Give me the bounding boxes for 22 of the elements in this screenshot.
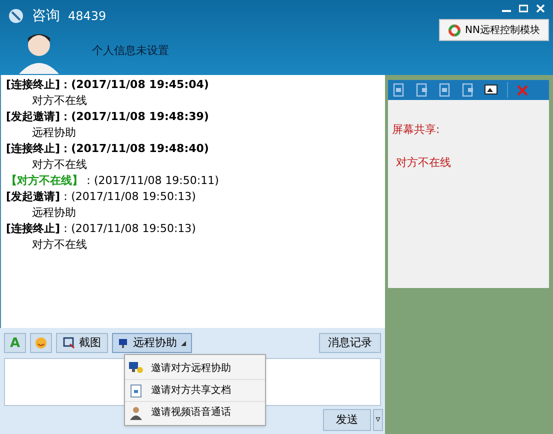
message-text: 对方不在线 xyxy=(31,157,87,173)
message-time: ：(2017/11/08 19:45:04) xyxy=(60,78,209,91)
message-text: 远程协助 xyxy=(31,125,76,141)
message-text: 远程协助 xyxy=(31,205,76,221)
share-status: 对方不在线 xyxy=(396,154,451,170)
message-text: 对方不在线 xyxy=(31,237,87,253)
message-label: [连接终止] xyxy=(6,142,60,155)
message-time: ：(2017/11/08 19:50:13) xyxy=(60,222,196,235)
window-id: 48439 xyxy=(68,8,106,25)
message-label: [连接终止] xyxy=(6,222,60,235)
profile-status: 个人信息未设置 xyxy=(92,42,169,59)
window-title: 咨询 xyxy=(32,6,60,26)
message-time: ：(2017/11/08 19:50:11) xyxy=(83,174,219,187)
message-text: 对方不在线 xyxy=(31,93,87,109)
message-time: ：(2017/11/08 19:50:13) xyxy=(60,190,196,203)
share-title: 屏幕共享: xyxy=(392,122,440,138)
message-label: [发起邀请] xyxy=(6,190,60,203)
message-label: [发起邀请] xyxy=(6,110,60,123)
message-time: ：(2017/11/08 19:48:39) xyxy=(60,110,209,123)
message-label: [连接终止] xyxy=(6,78,60,91)
message-time: ：(2017/11/08 19:48:40) xyxy=(60,142,209,155)
message-label: 【对方不在线】 xyxy=(6,174,83,187)
